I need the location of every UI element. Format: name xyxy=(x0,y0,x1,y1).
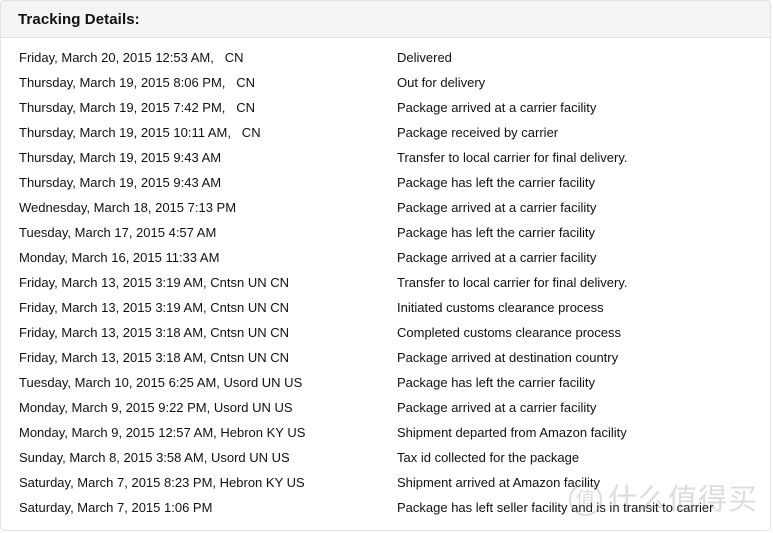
tracking-events-list: Friday, March 20, 2015 12:53 AM, CN Deliv… xyxy=(1,38,770,520)
event-date: Friday, March 20, 2015 12:53 AM, CN xyxy=(19,50,244,65)
event-date: Friday, March 13, 2015 3:18 AM, Cntsn UN… xyxy=(19,325,289,340)
tracking-event-row: Monday, March 16, 2015 11:33 AM Package a… xyxy=(1,245,770,270)
tracking-event-row: Monday, March 9, 2015 9:22 PM, Usord UN … xyxy=(1,395,770,420)
event-date: Saturday, March 7, 2015 1:06 PM xyxy=(19,500,213,515)
event-status: Package arrived at a carrier facility xyxy=(397,250,597,265)
event-status: Package received by carrier xyxy=(397,125,559,140)
tracking-event-row: Thursday, March 19, 2015 9:43 AM Transfer… xyxy=(1,145,770,170)
tracking-details-panel: Tracking Details: Friday, March 20, 2015… xyxy=(0,0,771,531)
event-date: Tuesday, March 17, 2015 4:57 AM xyxy=(19,225,217,240)
event-date: Thursday, March 19, 2015 10:11 AM, CN xyxy=(19,125,261,140)
event-date: Thursday, March 19, 2015 7:42 PM, CN xyxy=(19,100,256,115)
event-date: Thursday, March 19, 2015 9:43 AM xyxy=(19,150,222,165)
event-status: Delivered xyxy=(397,50,452,65)
event-status: Initiated customs clearance process xyxy=(397,300,604,315)
tracking-event-row: Saturday, March 7, 2015 8:23 PM, Hebron … xyxy=(1,470,770,495)
event-date: Monday, March 16, 2015 11:33 AM xyxy=(19,250,220,265)
event-status: Package arrived at destination country xyxy=(397,350,619,365)
event-status: Tax id collected for the package xyxy=(397,450,580,465)
tracking-event-row: Thursday, March 19, 2015 8:06 PM, CN Out … xyxy=(1,70,770,95)
tracking-event-row: Friday, March 13, 2015 3:19 AM, Cntsn UN… xyxy=(1,295,770,320)
event-status: Package arrived at a carrier facility xyxy=(397,100,597,115)
tracking-event-row: Sunday, March 8, 2015 3:58 AM, Usord UN … xyxy=(1,445,770,470)
event-status: Transfer to local carrier for final deli… xyxy=(397,150,628,165)
event-date: Monday, March 9, 2015 9:22 PM, Usord UN … xyxy=(19,400,293,415)
tracking-event-row: Tuesday, March 10, 2015 6:25 AM, Usord U… xyxy=(1,370,770,395)
event-date: Saturday, March 7, 2015 8:23 PM, Hebron … xyxy=(19,475,305,490)
tracking-event-row: Tuesday, March 17, 2015 4:57 AM Package h… xyxy=(1,220,770,245)
tracking-event-row: Friday, March 20, 2015 12:53 AM, CN Deliv… xyxy=(1,45,770,70)
tracking-event-row: Thursday, March 19, 2015 7:42 PM, CN Pack… xyxy=(1,95,770,120)
event-date: Monday, March 9, 2015 12:57 AM, Hebron K… xyxy=(19,425,306,440)
tracking-event-row: Thursday, March 19, 2015 9:43 AM Package … xyxy=(1,170,770,195)
event-date: Tuesday, March 10, 2015 6:25 AM, Usord U… xyxy=(19,375,303,390)
event-date: Friday, March 13, 2015 3:18 AM, Cntsn UN… xyxy=(19,350,289,365)
tracking-event-row: Thursday, March 19, 2015 10:11 AM, CN Pac… xyxy=(1,120,770,145)
event-date: Sunday, March 8, 2015 3:58 AM, Usord UN … xyxy=(19,450,290,465)
page-title: Tracking Details: xyxy=(18,10,140,28)
event-status: Package has left the carrier facility xyxy=(397,375,595,390)
event-status: Package has left seller facility and is … xyxy=(397,500,714,515)
event-status: Package arrived at a carrier facility xyxy=(397,400,597,415)
event-status: Package has left the carrier facility xyxy=(397,175,595,190)
event-status: Shipment arrived at Amazon facility xyxy=(397,475,601,490)
event-date: Thursday, March 19, 2015 9:43 AM xyxy=(19,175,222,190)
event-status: Package has left the carrier facility xyxy=(397,225,595,240)
event-status: Completed customs clearance process xyxy=(397,325,621,340)
tracking-event-row: Wednesday, March 18, 2015 7:13 PM Package… xyxy=(1,195,770,220)
event-date: Thursday, March 19, 2015 8:06 PM, CN xyxy=(19,75,256,90)
tracking-event-row: Friday, March 13, 2015 3:18 AM, Cntsn UN… xyxy=(1,345,770,370)
event-date: Friday, March 13, 2015 3:19 AM, Cntsn UN… xyxy=(19,300,289,315)
panel-header: Tracking Details: xyxy=(1,1,770,38)
tracking-event-row: Monday, March 9, 2015 12:57 AM, Hebron K… xyxy=(1,420,770,445)
event-status: Package arrived at a carrier facility xyxy=(397,200,597,215)
event-date: Friday, March 13, 2015 3:19 AM, Cntsn UN… xyxy=(19,275,289,290)
tracking-event-row: Saturday, March 7, 2015 1:06 PM Package h… xyxy=(1,495,770,520)
tracking-event-row: Friday, March 13, 2015 3:19 AM, Cntsn UN… xyxy=(1,270,770,295)
event-date: Wednesday, March 18, 2015 7:13 PM xyxy=(19,200,237,215)
event-status: Transfer to local carrier for final deli… xyxy=(397,275,628,290)
event-status: Shipment departed from Amazon facility xyxy=(397,425,627,440)
event-status: Out for delivery xyxy=(397,75,486,90)
tracking-event-row: Friday, March 13, 2015 3:18 AM, Cntsn UN… xyxy=(1,320,770,345)
